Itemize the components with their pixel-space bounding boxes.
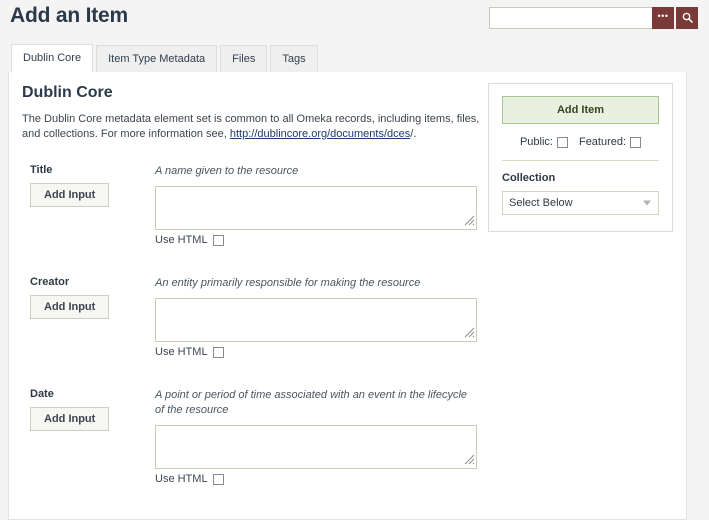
field-label: Title (30, 164, 53, 176)
use-html-checkbox[interactable] (212, 346, 224, 358)
metadata-field: Title Add Input A name given to the resour… (22, 164, 484, 254)
page-header: Add an Item ••• (0, 0, 709, 44)
page-title: Add an Item (10, 4, 128, 27)
field-entry: A point or period of time associated wit… (155, 388, 477, 485)
use-html-label: Use HTML (155, 346, 208, 358)
featured-checkbox[interactable] (630, 136, 642, 148)
section-description: The Dublin Core metadata element set is … (22, 112, 484, 142)
dublin-core-spec-link[interactable]: http://dublincore.org/documents/dces (230, 128, 410, 140)
field-controls: Date Add Input (30, 388, 160, 431)
field-textarea[interactable] (155, 425, 477, 469)
field-entry: A name given to the resource Use HTML (155, 164, 477, 246)
collection-label: Collection (502, 172, 556, 184)
field-textarea[interactable] (155, 298, 477, 342)
add-item-button[interactable]: Add Item (502, 96, 659, 124)
use-html-checkbox[interactable] (212, 234, 224, 246)
dublin-core-section: Dublin Core The Dublin Core metadata ele… (22, 84, 484, 485)
search-submit-button[interactable] (676, 7, 698, 29)
collection-select-wrapper: Select Below (502, 191, 659, 215)
use-html-label: Use HTML (155, 234, 208, 246)
use-html-checkbox[interactable] (212, 473, 224, 485)
tab-files[interactable]: Files (220, 45, 268, 72)
featured-option[interactable]: Featured: (578, 136, 642, 148)
metadata-field: Creator Add Input An entity primarily resp… (22, 276, 484, 366)
field-description: A name given to the resource (155, 165, 299, 177)
content-panel: Dublin Core The Dublin Core metadata ele… (8, 72, 687, 520)
visibility-options: Public: Featured: (502, 136, 659, 148)
advanced-search-button[interactable]: ••• (652, 7, 674, 29)
field-controls: Creator Add Input (30, 276, 160, 319)
section-description-text-after: /. (410, 128, 417, 140)
metadata-field-list: Title Add Input A name given to the resour… (22, 164, 484, 485)
use-html-option[interactable]: Use HTML (155, 346, 477, 358)
dots-icon: ••• (657, 10, 669, 21)
add-input-button[interactable]: Add Input (30, 295, 110, 319)
featured-label: Featured: (578, 136, 627, 148)
tab-bar: Dublin Core Item Type Metadata Files Tags (11, 44, 318, 73)
field-label: Date (30, 388, 54, 400)
use-html-label: Use HTML (155, 473, 208, 485)
use-html-option[interactable]: Use HTML (155, 473, 477, 485)
panel-divider (502, 160, 659, 161)
tab-tags[interactable]: Tags (270, 45, 318, 72)
textarea-wrapper (155, 186, 477, 230)
section-title: Dublin Core (22, 84, 113, 101)
search-input[interactable] (489, 7, 652, 29)
item-actions-panel: Add Item Public: Featured: Collection Se… (488, 83, 673, 232)
add-input-button[interactable]: Add Input (30, 407, 110, 431)
field-controls: Title Add Input (30, 164, 160, 207)
search-icon (682, 11, 693, 26)
tab-dublin-core[interactable]: Dublin Core (11, 44, 94, 73)
textarea-wrapper (155, 425, 477, 469)
public-checkbox[interactable] (556, 136, 568, 148)
public-option[interactable]: Public: (520, 136, 568, 148)
public-label: Public: (519, 136, 553, 148)
metadata-field: Date Add Input A point or period of time a… (22, 388, 484, 485)
textarea-wrapper (155, 298, 477, 342)
field-textarea[interactable] (155, 186, 477, 230)
add-input-button[interactable]: Add Input (30, 183, 110, 207)
field-entry: An entity primarily responsible for maki… (155, 276, 477, 358)
search-form: ••• (489, 7, 698, 29)
collection-select[interactable]: Select Below (502, 191, 659, 215)
tab-item-type-metadata[interactable]: Item Type Metadata (96, 45, 218, 72)
field-description: A point or period of time associated wit… (155, 389, 468, 416)
field-label: Creator (30, 276, 70, 288)
use-html-option[interactable]: Use HTML (155, 234, 477, 246)
field-description: An entity primarily responsible for maki… (155, 277, 421, 289)
